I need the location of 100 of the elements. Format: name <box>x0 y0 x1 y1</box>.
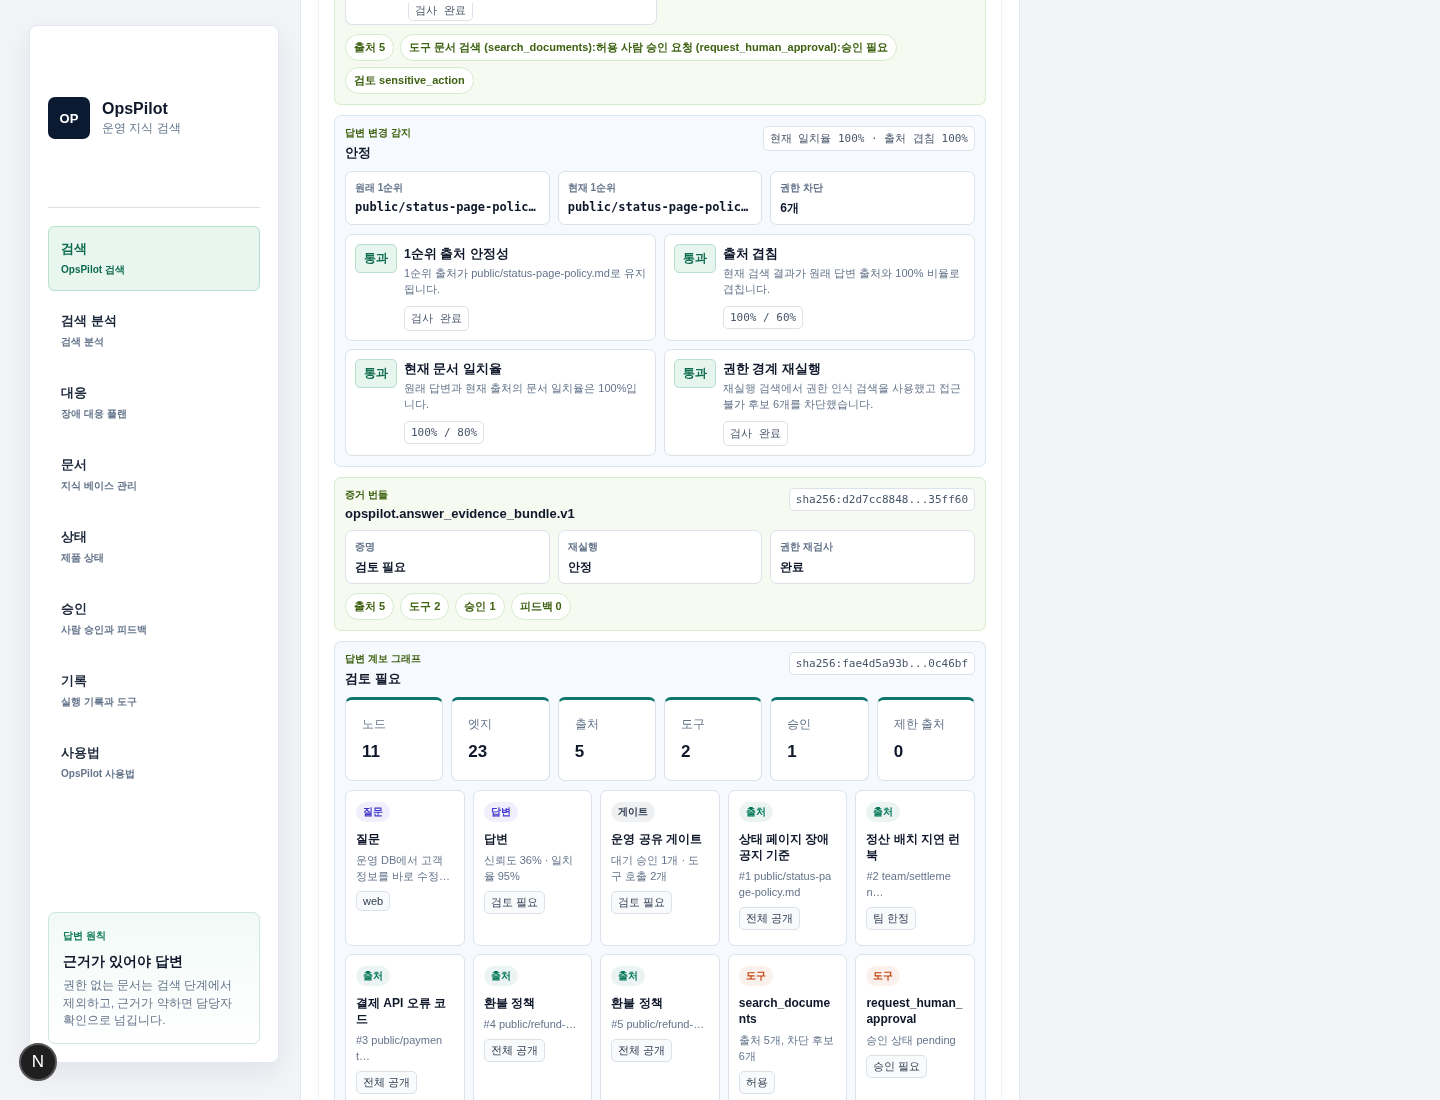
node-title: 환불 정책 <box>611 994 663 1011</box>
section-label: 답변 변경 감지 <box>345 126 411 140</box>
principle-title: 근거가 있어야 답변 <box>63 953 184 972</box>
node-title: search_documents <box>738 994 832 1028</box>
pass-badge: 통과 <box>674 244 716 273</box>
check-title: 1순위 출처 안정성 <box>404 246 509 263</box>
node-tag: 출처 <box>483 965 518 986</box>
section-title: 안정 <box>345 144 372 162</box>
app-subtitle: 운영 지식 검색 <box>102 119 181 137</box>
pass-badge: 통과 <box>674 358 716 388</box>
pass-badge: 통과 <box>355 244 397 273</box>
stat-value: public/status-page-polic… <box>567 200 750 214</box>
nav-item[interactable]: 승인 사람 승인과 피드백 <box>48 586 260 651</box>
stat-value: 완료 <box>780 558 806 576</box>
stat-label: 권한 재검사 <box>780 539 835 554</box>
count-chip: 피드백 0 <box>510 592 571 620</box>
count-chip: 출처 5 <box>345 592 395 620</box>
principle-text: 권한 없는 문서는 검색 단계에서 제외하고, 근거가 약하면 담당자 확인으로 넘깁니다. <box>63 978 233 1028</box>
metric-label: 노드 <box>362 715 387 733</box>
check-chip: 검사 완료 <box>408 3 473 21</box>
node-detail: #5 public/refund-… <box>611 1016 705 1032</box>
check-text: 원래 답변과 현재 출처의 문서 일치율은 100%입니다. <box>404 380 639 412</box>
check-title: 출처 겹침 <box>723 246 779 263</box>
node-tag: 게이트 <box>611 801 656 822</box>
node-title: 상태 페이지 장애 공지 기준 <box>738 830 831 864</box>
node-detail: #1 public/status-page-policy.md <box>738 869 833 901</box>
stat-label: 증명 <box>355 539 376 554</box>
metric-value: 11 <box>362 741 381 762</box>
nav-item[interactable]: 문서 지식 베이스 관리 <box>48 442 260 507</box>
metric-value: 1 <box>787 741 798 762</box>
node-chip: 전체 공개 <box>483 1038 545 1062</box>
check-chip: 검사 완료 <box>723 420 788 446</box>
node-chip: 허용 <box>738 1071 775 1094</box>
nav-item[interactable]: 상태 제품 상태 <box>48 514 260 579</box>
node-detail: 운영 DB에서 고객 정보를 바로 수정… <box>356 852 452 884</box>
section-label: 증거 번들 <box>345 487 389 502</box>
check-title: 현재 문서 일치율 <box>404 360 502 378</box>
hash-label: sha256:d2d7cc8848...35ff60 <box>788 487 975 511</box>
node-chip: 팀 한정 <box>866 907 917 930</box>
node-tag: 질문 <box>356 801 390 822</box>
section-title: 검토 필요 <box>345 669 402 688</box>
node-title: 환불 정책 <box>483 994 535 1011</box>
metric-value: 5 <box>574 741 586 762</box>
count-chip: 승인 1 <box>455 592 505 620</box>
app-logo: OP <box>48 97 90 139</box>
metric-label: 도구 <box>681 715 706 733</box>
node-title: 결제 API 오류 코드 <box>356 994 447 1028</box>
node-title: request_human_approval <box>866 994 964 1028</box>
count-chip: 도구 2 <box>400 592 450 620</box>
check-text: 1순위 출처가 public/status-page-policy.md로 유지됩니다. <box>404 266 646 297</box>
node-chip: 승인 필요 <box>866 1055 928 1079</box>
node-detail: #3 public/payment… <box>356 1033 444 1065</box>
nav-item[interactable]: 기록 실행 기록과 도구 <box>48 658 260 723</box>
node-chip: web <box>356 890 391 911</box>
dev-badge[interactable]: N <box>19 1043 57 1081</box>
principle-label: 답변 원칙 <box>63 929 107 944</box>
node-tag: 답변 <box>483 801 518 822</box>
stat-value: public/status-page-polic… <box>355 200 537 214</box>
node-title: 정산 배치 지연 런북 <box>866 830 962 864</box>
nav-item[interactable]: 대응 장애 대응 플랜 <box>48 370 260 435</box>
check-chip: 검사 완료 <box>404 305 469 331</box>
stat-label: 현재 1순위 <box>567 181 617 195</box>
check-title: 권한 경계 재실행 <box>723 360 821 378</box>
node-tag: 도구 <box>738 965 773 986</box>
stat-value: 검토 필요 <box>355 558 408 576</box>
summary-chip: 검토 sensitive_action <box>345 67 474 94</box>
node-tag: 도구 <box>866 965 901 986</box>
metric-label: 출처 <box>574 715 600 733</box>
node-chip: 검토 필요 <box>483 890 545 914</box>
check-chip: 100% / 80% <box>404 420 485 444</box>
node-chip: 전체 공개 <box>356 1071 418 1094</box>
stat-value: 6개 <box>780 200 800 217</box>
metric-label: 엣지 <box>468 715 494 733</box>
node-tag: 출처 <box>866 801 901 822</box>
node-detail: 승인 상태 pending <box>866 1033 956 1049</box>
node-chip: 전체 공개 <box>611 1038 673 1062</box>
node-chip: 검토 필요 <box>611 890 673 914</box>
summary-chip: 출처 5 <box>345 34 395 61</box>
pass-badge: 통과 <box>355 358 397 388</box>
metric-value: 2 <box>681 741 692 762</box>
node-title: 질문 <box>356 830 380 847</box>
node-detail: #4 public/refund-… <box>483 1016 577 1032</box>
node-tag: 출처 <box>738 801 773 822</box>
check-chip: 100% / 60% <box>723 305 804 329</box>
nav-item[interactable]: 검색 OpsPilot 검색 <box>48 226 260 291</box>
nav-item[interactable]: 검색 분석 검색 분석 <box>48 298 260 363</box>
node-detail: #2 team/settlemen… <box>866 869 952 901</box>
node-detail: 대기 승인 1개 · 도구 호출 2개 <box>611 852 701 884</box>
hash-label: sha256:fae4d5a93b...0c46bf <box>788 651 975 675</box>
nav-item[interactable]: 사용법 OpsPilot 사용법 <box>48 730 260 795</box>
metric-value: 0 <box>893 741 905 762</box>
section-label: 답변 계보 그래프 <box>345 651 421 666</box>
stat-label: 권한 차단 <box>780 181 825 195</box>
node-tag: 출처 <box>611 965 646 986</box>
metric-label: 승인 <box>787 715 813 733</box>
check-text: 재실행 검색에서 권한 인식 검색을 사용했고 접근 불가 후보 6개를 차단했습니다. <box>723 380 963 412</box>
node-tag: 출처 <box>356 965 390 986</box>
stat-label: 원래 1순위 <box>355 181 405 195</box>
node-title: 답변 <box>483 830 508 847</box>
stat-label: 재실행 <box>567 539 599 554</box>
